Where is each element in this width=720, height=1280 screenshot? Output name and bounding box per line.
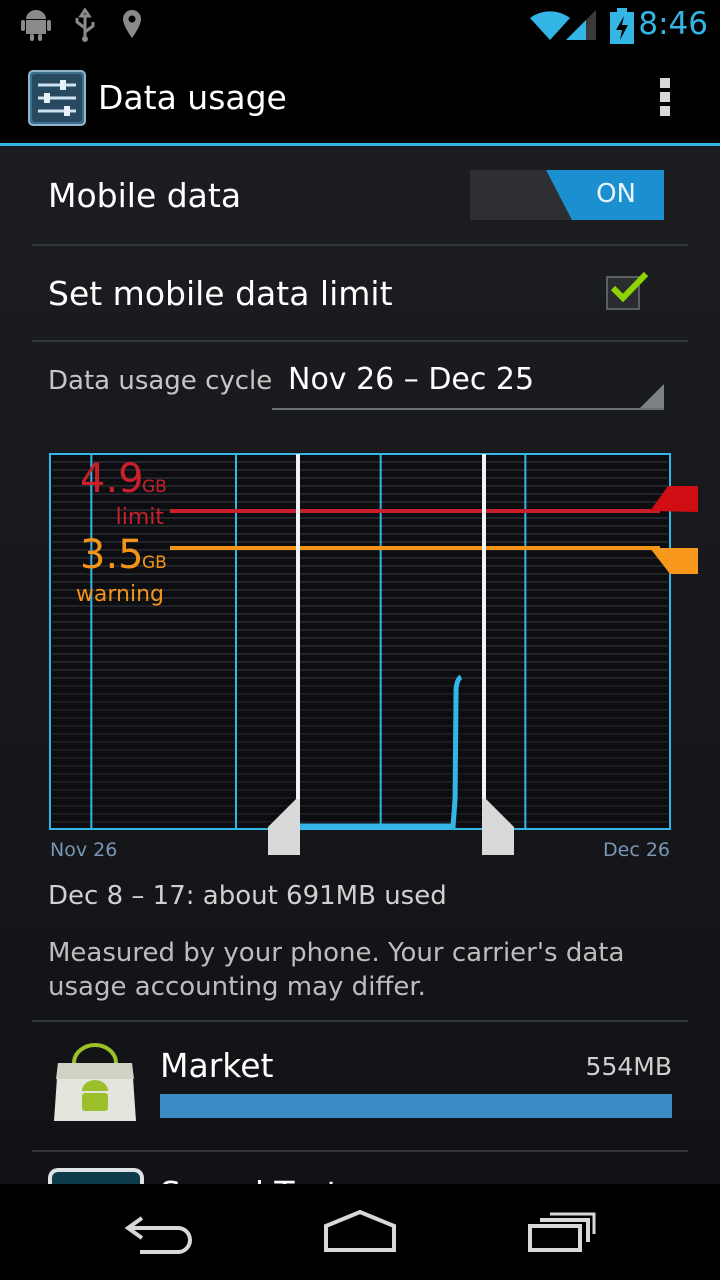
android-icon <box>21 10 51 41</box>
cycle-spinner[interactable]: Nov 26 – Dec 25 <box>272 356 664 410</box>
warning-value: 3.5 <box>80 532 144 578</box>
action-bar: Data usage <box>0 50 720 144</box>
set-limit-checkbox[interactable] <box>606 271 649 310</box>
limit-value: 4.9 <box>80 456 144 502</box>
usb-icon <box>75 8 95 42</box>
usage-summary: Dec 8 – 17: about 691MB used <box>48 881 447 911</box>
app-usage-bar-track <box>160 1094 672 1118</box>
navigation-bar <box>0 1184 720 1280</box>
x-axis-start-label: Nov 26 <box>50 839 117 861</box>
warning-label: warning <box>76 582 164 607</box>
warning-unit: GB <box>142 553 167 573</box>
back-icon[interactable] <box>124 1210 196 1256</box>
app-name: Market <box>160 1046 274 1085</box>
settings-sliders-icon[interactable] <box>28 70 86 126</box>
limit-label: limit <box>116 505 165 530</box>
toggle-on-label: ON <box>596 179 636 209</box>
app-usage-size: 554MB <box>585 1052 672 1081</box>
app-name: Sound Test <box>160 1174 339 1184</box>
x-axis-end-label: Dec 26 <box>603 839 670 861</box>
checkmark-icon <box>610 271 649 303</box>
status-bar: 8:46 <box>0 0 720 50</box>
data-usage-chart[interactable]: 4.9 GB limit 3.5 GB warning Nov 26 Dec 2… <box>0 446 720 866</box>
divider <box>32 244 688 246</box>
mobile-data-label: Mobile data <box>48 176 242 215</box>
battery-charging-icon <box>610 8 634 44</box>
settings-content: Mobile data ON Set mobile data limit Dat… <box>0 146 720 1184</box>
recent-apps-icon[interactable] <box>526 1210 598 1256</box>
set-limit-label: Set mobile data limit <box>48 274 393 313</box>
cycle-label: Data usage cycle <box>48 366 273 396</box>
divider <box>32 1150 688 1152</box>
status-clock: 8:46 <box>638 6 708 42</box>
cycle-value: Nov 26 – Dec 25 <box>288 362 535 397</box>
mobile-data-toggle[interactable]: ON <box>470 170 664 220</box>
spinner-arrow-icon <box>640 384 664 408</box>
location-icon <box>123 10 141 38</box>
page-title: Data usage <box>98 78 287 117</box>
sound-test-app-icon <box>48 1168 144 1184</box>
carrier-note: Measured by your phone. Your carrier's d… <box>48 938 625 1002</box>
limit-unit: GB <box>142 477 167 497</box>
home-icon[interactable] <box>322 1210 398 1256</box>
market-bag-icon <box>54 1043 136 1121</box>
signal-icon <box>566 10 596 40</box>
divider <box>32 1020 688 1022</box>
overflow-menu-icon[interactable] <box>658 78 672 118</box>
divider <box>32 340 688 342</box>
app-usage-bar <box>160 1094 672 1118</box>
